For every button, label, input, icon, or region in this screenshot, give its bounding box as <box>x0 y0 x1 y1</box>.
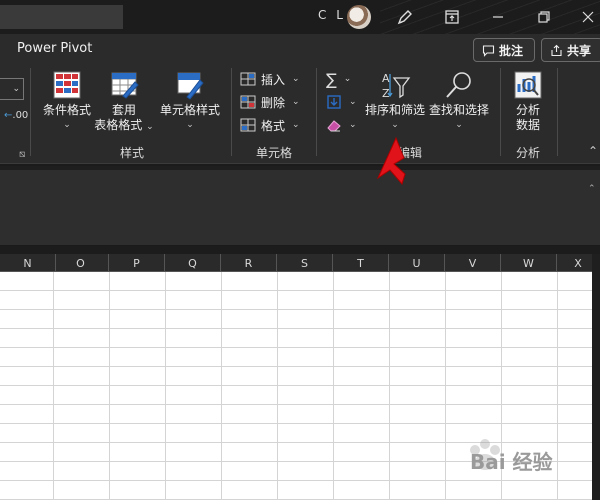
column-header-n[interactable]: N <box>0 254 56 272</box>
ribbon: ⌄ ←.00 ⧅ 条件格式 ⌄ 套用 表格格式 ⌄ 单元格样式 ⌄ 样式 插入 … <box>0 64 600 164</box>
insert-label: 插入 <box>261 72 286 87</box>
analyze-data-icon <box>514 71 542 99</box>
format-as-table-button[interactable]: 套用 表格格式 ⌄ <box>92 70 156 133</box>
svg-text:A: A <box>382 72 390 85</box>
delete-cells-icon <box>240 95 256 109</box>
comment-icon <box>482 44 495 57</box>
column-header-q[interactable]: Q <box>165 254 221 272</box>
share-icon <box>551 44 562 56</box>
search-box[interactable] <box>0 5 123 29</box>
annotation-arrow <box>376 136 406 186</box>
chevron-down-icon: ⌄ <box>349 120 357 130</box>
group-separator <box>500 68 501 156</box>
comments-button[interactable]: 批注 <box>473 38 535 62</box>
number-dialog-launcher-icon[interactable]: ⧅ <box>19 149 25 160</box>
fill-button[interactable]: ⌄ <box>326 91 357 113</box>
grid-gap <box>0 246 600 254</box>
cell-styles-button[interactable]: 单元格样式 ⌄ <box>158 70 222 130</box>
autosum-button[interactable]: ∑ ⌄ <box>326 68 351 90</box>
format-as-table-label-2: 表格格式 <box>94 118 143 132</box>
analyze-data-label-2: 数据 <box>515 118 540 132</box>
pen-icon[interactable] <box>394 6 416 28</box>
insert-cells-icon <box>240 72 256 86</box>
collapse-ribbon-icon[interactable]: ⌃ <box>588 144 598 158</box>
insert-button[interactable]: 插入 ⌄ <box>240 68 300 90</box>
chevron-down-icon: ⌄ <box>292 97 300 107</box>
decrease-decimal-button[interactable]: ←.00 <box>4 110 28 121</box>
sigma-icon: ∑ <box>326 69 337 89</box>
decimal-value: .00 <box>12 110 29 121</box>
column-header-row: NOPQRSTUVWX <box>0 254 600 272</box>
group-separator <box>557 68 558 156</box>
sort-filter-button[interactable]: A Z 排序和筛选 ⌄ <box>364 70 426 130</box>
avatar[interactable] <box>347 5 371 29</box>
conditional-format-label: 条件格式 <box>42 103 91 117</box>
chevron-down-icon: ⌄ <box>63 120 71 130</box>
format-button[interactable]: 格式 ⌄ <box>240 114 300 136</box>
cell-styles-icon <box>177 72 204 100</box>
delete-button[interactable]: 删除 ⌄ <box>240 91 300 113</box>
eraser-icon <box>327 120 341 132</box>
chevron-down-icon: ⌄ <box>391 120 399 130</box>
find-select-label: 查找和选择 <box>428 103 489 117</box>
search-icon <box>446 72 471 98</box>
close-icon[interactable] <box>577 6 599 28</box>
column-header-t[interactable]: T <box>333 254 389 272</box>
tab-power-pivot[interactable]: Power Pivot <box>17 41 92 56</box>
user-initials: C L <box>318 8 346 22</box>
watermark-text: Bai 经验 <box>470 450 553 474</box>
formula-bar-area: ⌃ <box>0 170 600 246</box>
chevron-down-icon: ⌄ <box>292 120 300 130</box>
column-header-p[interactable]: P <box>109 254 165 272</box>
number-format-dropdown[interactable]: ⌄ <box>0 78 24 100</box>
chevron-down-icon: ⌄ <box>292 74 300 84</box>
group-separator <box>231 68 232 156</box>
group-separator <box>30 68 31 156</box>
sort-filter-icon: A Z <box>382 72 411 100</box>
conditional-format-icon <box>53 71 81 99</box>
chevron-down-icon: ⌄ <box>12 84 20 94</box>
chevron-down-icon: ⌄ <box>349 97 357 107</box>
format-as-table-icon <box>111 72 139 99</box>
analysis-group-label: 分析 <box>515 146 540 160</box>
column-header-u[interactable]: U <box>389 254 445 272</box>
scrollbar-arrow[interactable]: ⌃ <box>588 184 596 194</box>
column-header-o[interactable]: O <box>53 254 109 272</box>
format-as-table-label-2-wrap: 表格格式 ⌄ <box>94 118 153 133</box>
column-header-r[interactable]: R <box>221 254 277 272</box>
ribbon-display-icon[interactable] <box>441 6 463 28</box>
delete-label: 删除 <box>261 95 286 110</box>
chevron-down-icon: ⌄ <box>455 120 463 130</box>
format-cells-icon <box>240 118 256 132</box>
conditional-format-button[interactable]: 条件格式 ⌄ <box>38 70 96 130</box>
chevron-down-icon: ⌄ <box>343 74 352 84</box>
chevron-down-icon: ⌄ <box>146 122 154 132</box>
ribbon-tab-row: Power Pivot 批注 共享 <box>0 34 600 64</box>
analyze-data-label-1: 分析 <box>515 103 540 117</box>
column-header-s[interactable]: S <box>277 254 333 272</box>
analyze-data-button[interactable]: 分析 数据 <box>508 70 548 133</box>
cell-styles-label: 单元格样式 <box>159 103 220 117</box>
column-header-v[interactable]: V <box>445 254 501 272</box>
fill-down-icon <box>327 95 341 109</box>
group-separator <box>316 68 317 156</box>
column-header-w[interactable]: W <box>501 254 557 272</box>
share-button[interactable]: 共享 <box>541 38 600 62</box>
sort-filter-label: 排序和筛选 <box>364 103 425 117</box>
format-as-table-label-1: 套用 <box>111 103 136 117</box>
restore-icon[interactable] <box>533 6 555 28</box>
title-bar: C L <box>0 0 600 34</box>
share-label: 共享 <box>567 43 592 58</box>
comments-label: 批注 <box>499 43 524 58</box>
cells-group-label: 单元格 <box>255 146 292 160</box>
format-label: 格式 <box>261 118 286 133</box>
minimize-icon[interactable] <box>487 6 509 28</box>
chevron-down-icon: ⌄ <box>186 120 194 130</box>
find-select-button[interactable]: 查找和选择 ⌄ <box>428 70 490 130</box>
styles-group-label: 样式 <box>119 146 144 160</box>
clear-button[interactable]: ⌄ <box>326 114 357 136</box>
